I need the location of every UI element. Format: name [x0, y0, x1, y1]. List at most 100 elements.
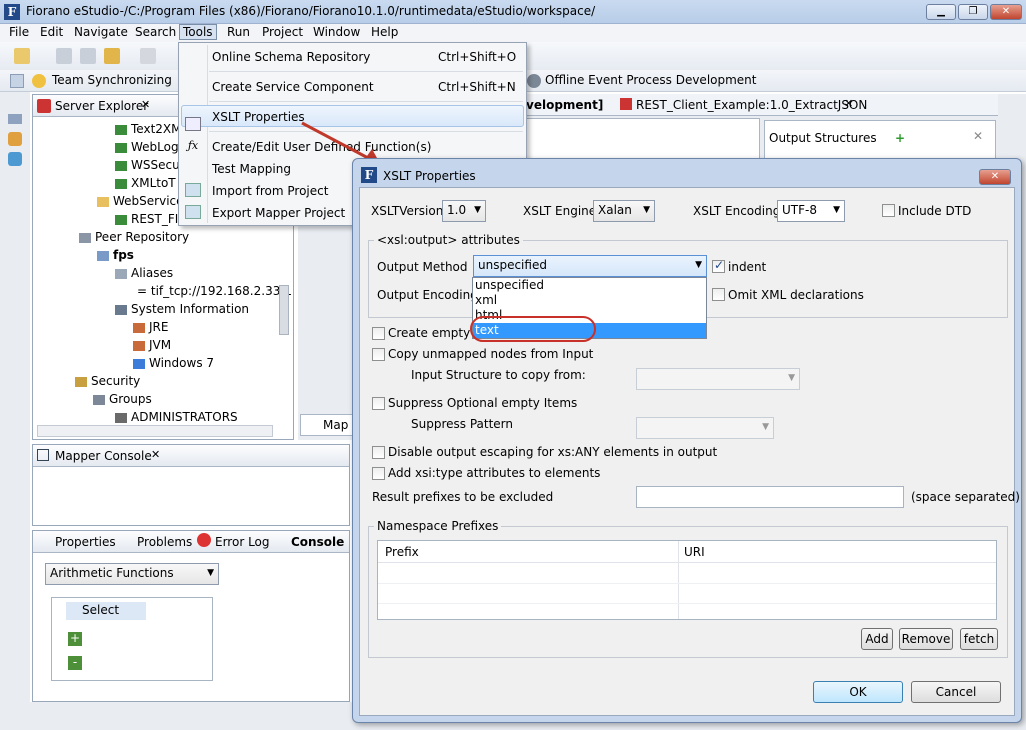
xslt-engine-select[interactable]: Xalan ▼ [593, 200, 655, 222]
xslt-version-select[interactable]: 1.0 ▼ [442, 200, 486, 222]
column-uri: URI [684, 545, 705, 559]
view-icon[interactable] [8, 132, 22, 146]
tab-rest-client[interactable]: REST_Client_Example:1.0_ExtractJSON [636, 98, 867, 112]
menu-tools[interactable]: Tools [179, 24, 217, 40]
menu-item-test-mapping[interactable]: Test Mapping [212, 162, 291, 176]
menu-edit[interactable]: Edit [40, 25, 63, 39]
copy-unmapped-checkbox[interactable] [372, 348, 385, 361]
palette-select[interactable]: Select [66, 602, 146, 620]
perspective-team-sync[interactable]: Team Synchronizing [52, 73, 172, 87]
menu-project[interactable]: Project [262, 25, 303, 39]
menu-item-import-from-project[interactable]: Import from Project [212, 184, 328, 198]
tab-mapper-console[interactable]: Mapper Console [55, 449, 152, 463]
input-structure-select[interactable]: ▼ [636, 368, 800, 390]
minus-icon[interactable]: - [68, 656, 82, 670]
create-empty-checkbox[interactable] [372, 327, 385, 340]
tree-item[interactable]: REST_FI [115, 212, 178, 226]
restore-icon[interactable] [8, 114, 22, 124]
tree-item[interactable]: System Information [115, 302, 249, 316]
output-encoding-label: Output Encoding [377, 288, 478, 302]
suppress-pattern-select[interactable]: ▼ [636, 417, 774, 439]
menu-item-online-schema[interactable]: Online Schema Repository [212, 50, 370, 64]
remove-button[interactable]: Remove [899, 628, 953, 650]
save-icon[interactable] [56, 48, 72, 64]
new-icon[interactable] [14, 48, 30, 64]
fetch-button[interactable]: fetch [960, 628, 998, 650]
tree-item[interactable]: Text2XM [115, 122, 181, 136]
close-button[interactable]: ✕ [990, 4, 1022, 20]
menu-navigate[interactable]: Navigate [74, 25, 128, 39]
result-prefixes-input[interactable] [636, 486, 904, 508]
forward-icon[interactable] [140, 48, 156, 64]
maximize-button[interactable]: ❐ [958, 4, 988, 20]
add-xsi-checkbox[interactable] [372, 467, 385, 480]
menu-help[interactable]: Help [371, 25, 398, 39]
tree-item[interactable]: WebLog [115, 140, 179, 154]
tab-map[interactable]: Map [300, 414, 360, 436]
function-icon: ƒx [187, 139, 199, 152]
namespace-table: Prefix URI [377, 540, 997, 620]
minimize-button[interactable]: ▁ [926, 4, 956, 20]
tab-server-explorer[interactable]: Server Explorer [55, 99, 148, 113]
close-icon[interactable]: ✕ [151, 448, 160, 461]
xslt-encoding-select[interactable]: UTF-8 ▼ [777, 200, 845, 222]
menu-run[interactable]: Run [227, 25, 250, 39]
tree-item[interactable]: WSSecu [115, 158, 180, 172]
include-dtd-checkbox[interactable] [882, 204, 895, 217]
suppress-optional-checkbox[interactable] [372, 397, 385, 410]
menu-item-create-service-component[interactable]: Create Service Component [212, 80, 374, 94]
tab-properties[interactable]: Properties [55, 535, 116, 549]
menu-item-export-mapper-project[interactable]: Export Mapper Project [212, 206, 345, 220]
xslt-version-label: XSLTVersion [371, 204, 444, 218]
result-prefixes-label: Result prefixes to be excluded [372, 490, 554, 504]
functions-combo[interactable]: Arithmetic Functions ▼ [45, 563, 219, 585]
vertical-scrollbar[interactable] [279, 285, 289, 335]
output-method-select[interactable]: unspecified ▼ [473, 255, 707, 277]
close-icon[interactable]: ✕ [141, 98, 150, 111]
horizontal-scrollbar[interactable] [37, 425, 273, 437]
tree-item[interactable]: Peer Repository [79, 230, 189, 244]
perspective-offline-dev[interactable]: Offline Event Process Development [545, 73, 757, 87]
view-icon[interactable] [8, 152, 22, 166]
functions-palette: Select + - [51, 597, 213, 681]
tab-error-log[interactable]: Error Log [215, 535, 270, 549]
menu-file[interactable]: File [9, 25, 29, 39]
tree-item[interactable]: Groups [93, 392, 152, 406]
tree-item[interactable]: XMLtoT [115, 176, 176, 190]
omit-xml-checkbox[interactable] [712, 288, 725, 301]
window-title: Fiorano eStudio-/C:/Program Files (x86)/… [26, 4, 596, 18]
tab-problems[interactable]: Problems [137, 535, 192, 549]
delete-icon[interactable]: ✕ [973, 129, 983, 143]
tree-item[interactable]: JVM [133, 338, 171, 352]
tree-item[interactable]: Aliases [115, 266, 173, 280]
open-perspective-icon[interactable] [10, 74, 24, 88]
tab-editor-1[interactable]: velopment] [526, 98, 603, 112]
tree-item[interactable]: fps [97, 248, 134, 262]
print-icon[interactable] [80, 48, 96, 64]
editor-tabbar: velopment] REST_Client_Example:1.0_Extra… [526, 94, 998, 116]
option-xml[interactable]: xml [475, 293, 497, 307]
indent-checkbox[interactable] [712, 258, 725, 273]
tree-item[interactable]: Windows 7 [133, 356, 214, 370]
tree-item[interactable]: Security [75, 374, 140, 388]
option-unspecified[interactable]: unspecified [475, 278, 544, 292]
tree-item[interactable]: JRE [133, 320, 168, 334]
plus-icon[interactable]: + [68, 632, 82, 646]
close-icon[interactable]: ✕ [844, 97, 853, 110]
console-icon [37, 449, 49, 461]
menu-window[interactable]: Window [313, 25, 360, 39]
back-icon[interactable] [104, 48, 120, 64]
dialog-close-button[interactable]: ✕ [979, 169, 1011, 185]
tree-item[interactable]: = tif_tcp://192.168.2.33:1 [137, 284, 292, 298]
tree-item[interactable]: WebService [97, 194, 184, 208]
add-button[interactable]: Add [861, 628, 893, 650]
add-icon[interactable]: + [895, 131, 905, 145]
server-explorer-icon [37, 99, 51, 113]
disable-escaping-checkbox[interactable] [372, 446, 385, 459]
ok-button[interactable]: OK [813, 681, 903, 703]
tab-console[interactable]: Console [291, 535, 344, 549]
output-method-label: Output Method [377, 260, 468, 274]
tree-item[interactable]: ADMINISTRATORS [115, 410, 238, 424]
cancel-button[interactable]: Cancel [911, 681, 1001, 703]
menu-search[interactable]: Search [135, 25, 176, 39]
